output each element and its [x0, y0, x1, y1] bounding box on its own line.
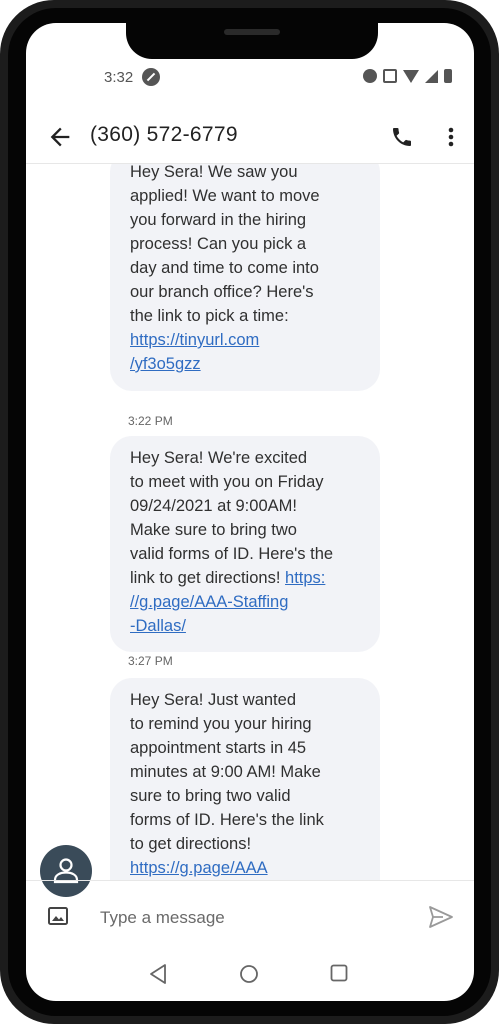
send-icon[interactable]: [428, 905, 454, 929]
message-input[interactable]: [100, 905, 400, 931]
back-arrow-icon[interactable]: [46, 123, 74, 151]
earpiece-speaker: [224, 29, 280, 35]
alarm-icon: [363, 69, 377, 83]
message-bubble[interactable]: Hey Sera! We saw you applied! We want to…: [110, 164, 380, 391]
more-vert-icon[interactable]: [446, 125, 456, 149]
status-icons: [363, 69, 452, 83]
message-text: Hey Sera! Just wanted to remind you your…: [130, 691, 324, 853]
contact-phone-number: (360) 572-6779: [90, 123, 238, 146]
message-bubble[interactable]: Hey Sera! We're excited to meet with you…: [110, 436, 380, 652]
conversation-header: (360) 572-6779: [26, 111, 474, 163]
nav-back-icon[interactable]: [148, 963, 168, 985]
vibrate-icon: [383, 69, 397, 83]
message-text: Hey Sera! We saw you applied! We want to…: [130, 164, 320, 325]
nav-home-icon[interactable]: [239, 964, 259, 984]
message-list[interactable]: Hey Sera! We saw you applied! We want to…: [26, 164, 474, 880]
phone-call-icon[interactable]: [390, 125, 414, 149]
message-link[interactable]: https://tinyurl.com /yf3o5gzz: [130, 328, 364, 376]
wifi-icon: [403, 69, 419, 83]
message-timestamp: 3:27 PM: [128, 654, 173, 668]
system-nav-bar: [26, 953, 474, 1001]
message-timestamp: 3:22 PM: [128, 414, 173, 428]
signal-icon: [425, 69, 438, 83]
status-time: 3:32: [104, 69, 134, 86]
message-composer: [26, 881, 474, 953]
message-bubble[interactable]: Hey Sera! Just wanted to remind you your…: [110, 678, 380, 880]
message-body: Hey Sera! We're excited to meet with you…: [130, 446, 364, 638]
battery-icon: [444, 69, 452, 83]
message-link[interactable]: https://g.page/AAA -Staffing-Dallas/: [130, 856, 364, 880]
do-not-disturb-icon: [142, 68, 160, 86]
phone-frame: 3:32 (360) 572-6779 Hey Sera! We saw you…: [0, 0, 499, 1024]
camera-notch: [126, 23, 378, 59]
nav-recents-icon[interactable]: [330, 964, 348, 982]
message-text: Hey Sera! We're excited to meet with you…: [130, 449, 334, 587]
status-bar: 3:32: [26, 63, 474, 93]
phone-screen: 3:32 (360) 572-6779 Hey Sera! We saw you…: [26, 23, 474, 1001]
gallery-icon[interactable]: [48, 907, 68, 925]
